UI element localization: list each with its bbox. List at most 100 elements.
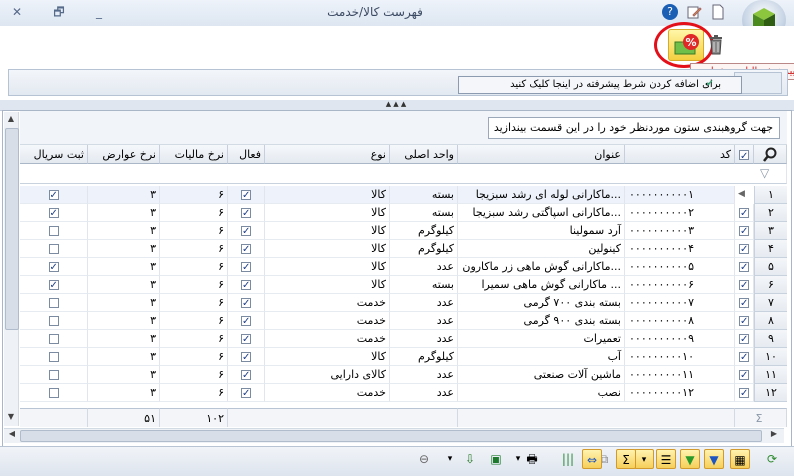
- edit-icon[interactable]: [686, 4, 702, 20]
- cell-type[interactable]: کالا: [265, 348, 390, 366]
- cell-tax-rate[interactable]: ۶: [160, 312, 228, 330]
- horizontal-scroll-thumb[interactable]: [20, 430, 762, 442]
- print-dropdown-icon[interactable]: ▾: [508, 449, 528, 469]
- row-select-checkbox[interactable]: [735, 384, 754, 402]
- scroll-down-icon[interactable]: ▼: [5, 412, 17, 421]
- cell-code[interactable]: ۰۰۰۰۰۰۰۰۰۰۸: [625, 312, 735, 330]
- cell-duty-rate[interactable]: ۳: [88, 186, 160, 204]
- filter-funnel-icon[interactable]: ▼: [704, 449, 724, 469]
- serial-checkbox[interactable]: [20, 186, 88, 204]
- active-checkbox[interactable]: [228, 258, 265, 276]
- active-checkbox[interactable]: [228, 240, 265, 258]
- cell-unit[interactable]: عدد: [390, 384, 458, 402]
- row-number[interactable]: ۱۰: [754, 348, 787, 366]
- cell-unit[interactable]: عدد: [390, 366, 458, 384]
- row-number[interactable]: ۷: [754, 294, 787, 312]
- cell-code[interactable]: ۰۰۰۰۰۰۰۰۰۰۴: [625, 240, 735, 258]
- cell-tax-rate[interactable]: ۶: [160, 222, 228, 240]
- row-number[interactable]: ۵: [754, 258, 787, 276]
- dropdown-chevron-icon[interactable]: ▾: [634, 449, 654, 469]
- cell-title[interactable]: آب: [458, 348, 625, 366]
- cell-code[interactable]: ۰۰۰۰۰۰۰۰۰۰۱: [625, 186, 735, 204]
- filter-active-icon[interactable]: ▼: [680, 449, 700, 469]
- row-number[interactable]: ۸: [754, 312, 787, 330]
- row-select-checkbox[interactable]: [735, 366, 754, 384]
- more-dropdown-icon[interactable]: ▾: [440, 449, 460, 469]
- active-checkbox[interactable]: [228, 312, 265, 330]
- cell-type[interactable]: کالا: [265, 222, 390, 240]
- excel-export-icon[interactable]: ▣: [486, 449, 506, 469]
- row-select-checkbox[interactable]: [735, 222, 754, 240]
- cell-duty-rate[interactable]: ۳: [88, 294, 160, 312]
- serial-checkbox[interactable]: [20, 222, 88, 240]
- new-document-icon[interactable]: [710, 4, 726, 20]
- active-checkbox[interactable]: [228, 384, 265, 402]
- scroll-right-icon[interactable]: ▶: [768, 429, 780, 438]
- delete-icon[interactable]: [708, 33, 724, 55]
- cell-title[interactable]: ماشین آلات صنعتی: [458, 366, 625, 384]
- help-icon[interactable]: ?: [662, 4, 678, 20]
- column-header-tax-rate[interactable]: نرخ مالیات: [160, 145, 228, 164]
- serial-checkbox[interactable]: [20, 312, 88, 330]
- cell-duty-rate[interactable]: ۳: [88, 276, 160, 294]
- active-checkbox[interactable]: [228, 294, 265, 312]
- cell-duty-rate[interactable]: ۳: [88, 312, 160, 330]
- cell-code[interactable]: ۰۰۰۰۰۰۰۰۰۱۰: [625, 348, 735, 366]
- cell-type[interactable]: خدمت: [265, 294, 390, 312]
- vertical-scroll-thumb[interactable]: [5, 128, 19, 330]
- active-checkbox[interactable]: [228, 366, 265, 384]
- cell-tax-rate[interactable]: ۶: [160, 276, 228, 294]
- row-select-checkbox[interactable]: [735, 258, 754, 276]
- serial-checkbox[interactable]: [20, 294, 88, 312]
- cell-unit[interactable]: بسته: [390, 276, 458, 294]
- column-filter-row[interactable]: [20, 164, 787, 184]
- active-checkbox[interactable]: [228, 204, 265, 222]
- splitter-arrows-icon[interactable]: ▲ ▲ ▲: [346, 100, 446, 108]
- scroll-up-icon[interactable]: ▲: [5, 114, 17, 123]
- cell-unit[interactable]: کیلوگرم: [390, 348, 458, 366]
- sum-icon[interactable]: Σ: [616, 449, 636, 469]
- serial-checkbox[interactable]: [20, 204, 88, 222]
- serial-checkbox[interactable]: [20, 366, 88, 384]
- import-icon[interactable]: ⇩: [460, 449, 480, 469]
- row-select-checkbox[interactable]: [735, 204, 754, 222]
- zoom-icon[interactable]: ⊖: [414, 449, 434, 469]
- advanced-filter-link[interactable]: برای اضافه کردن شرط پیشرفته در اینجا کلی…: [458, 76, 742, 94]
- serial-checkbox[interactable]: [20, 240, 88, 258]
- cell-title[interactable]: نصب: [458, 384, 625, 402]
- restore-icon[interactable]: 🗗: [50, 3, 68, 21]
- active-checkbox[interactable]: [228, 330, 265, 348]
- row-number[interactable]: ۲: [754, 204, 787, 222]
- serial-checkbox[interactable]: [20, 330, 88, 348]
- active-checkbox[interactable]: [228, 276, 265, 294]
- search-icon[interactable]: [754, 145, 787, 164]
- cell-unit[interactable]: عدد: [390, 312, 458, 330]
- row-number[interactable]: ۱: [754, 186, 787, 204]
- serial-checkbox[interactable]: [20, 348, 88, 366]
- cell-unit[interactable]: بسته: [390, 186, 458, 204]
- filter-row-icon[interactable]: ▽: [760, 166, 769, 180]
- cell-type[interactable]: کالا: [265, 276, 390, 294]
- cell-unit[interactable]: عدد: [390, 294, 458, 312]
- row-select-checkbox[interactable]: [735, 276, 754, 294]
- row-number[interactable]: ۱۲: [754, 384, 787, 402]
- row-select-checkbox[interactable]: [735, 330, 754, 348]
- fit-width-icon[interactable]: ⇔: [582, 449, 602, 469]
- row-select-checkbox[interactable]: [735, 294, 754, 312]
- refresh-icon[interactable]: ⟳: [762, 449, 782, 469]
- cell-tax-rate[interactable]: ۶: [160, 186, 228, 204]
- cell-code[interactable]: ۰۰۰۰۰۰۰۰۰۰۹: [625, 330, 735, 348]
- cell-title[interactable]: بسته بندی ۹۰۰ گرمی: [458, 312, 625, 330]
- cell-type[interactable]: خدمت: [265, 330, 390, 348]
- select-all-checkbox[interactable]: [735, 145, 754, 164]
- active-checkbox[interactable]: [228, 348, 265, 366]
- cell-tax-rate[interactable]: ۶: [160, 348, 228, 366]
- cell-code[interactable]: ۰۰۰۰۰۰۰۰۰۰۲: [625, 204, 735, 222]
- serial-checkbox[interactable]: [20, 276, 88, 294]
- cell-type[interactable]: کالا: [265, 204, 390, 222]
- row-select-checkbox[interactable]: [735, 348, 754, 366]
- column-header-type[interactable]: نوع: [265, 145, 390, 164]
- cell-tax-rate[interactable]: ۶: [160, 330, 228, 348]
- row-number[interactable]: ۴: [754, 240, 787, 258]
- cell-duty-rate[interactable]: ۳: [88, 348, 160, 366]
